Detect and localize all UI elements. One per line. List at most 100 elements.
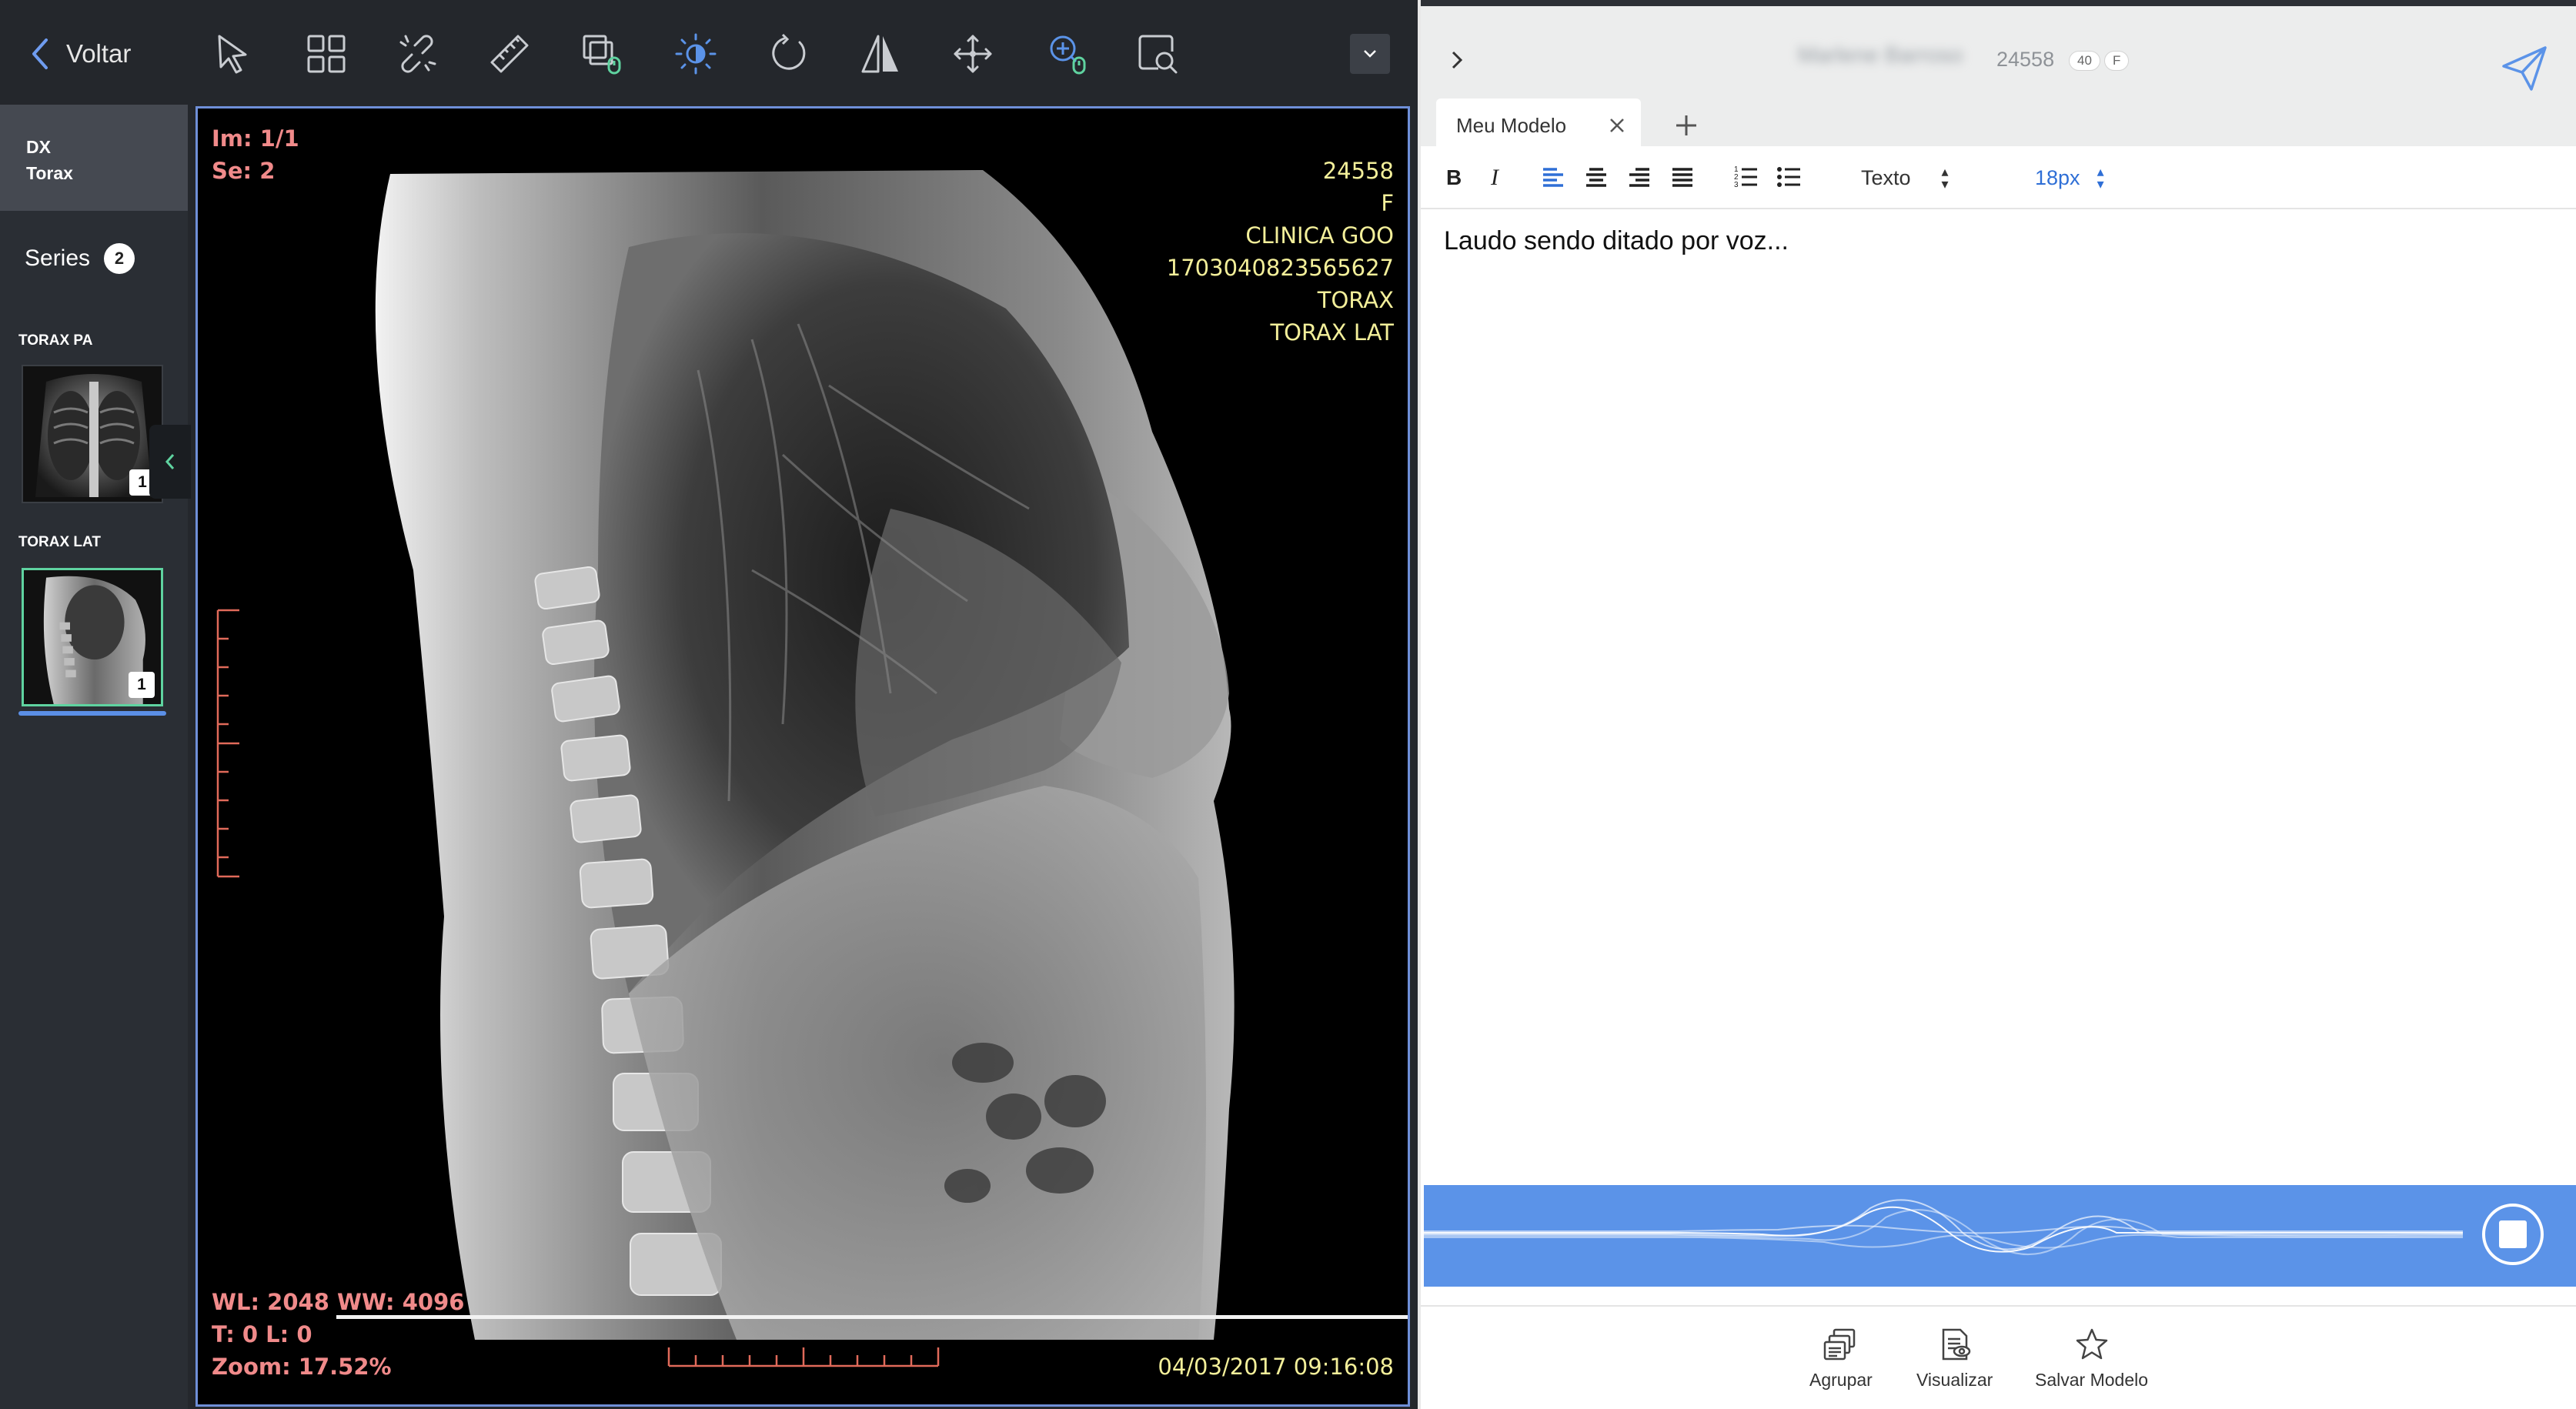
align-center-button[interactable] xyxy=(1579,159,1613,195)
report-text-area[interactable]: Laudo sendo ditado por voz... xyxy=(1421,209,2576,1185)
star-icon xyxy=(2076,1328,2107,1360)
series-sidebar: DX Torax Series 2 TORAX PA 1 TORAX LAT 1 xyxy=(0,105,191,1409)
pointer-icon xyxy=(218,35,247,74)
patient-id: 24558 xyxy=(1996,48,2055,71)
editor-top-area: Marlene Barroso 24558 40 F Meu Modelo xyxy=(1421,0,2576,168)
study-info[interactable]: DX Torax xyxy=(0,105,188,211)
overlay-bottom-right: 04/03/2017 09:16:08 xyxy=(1158,1351,1394,1383)
select-arrows-icon: ▴ ▾ xyxy=(1941,164,1949,192)
patient-sex-text: F xyxy=(1381,190,1394,216)
series-description-text: TORAX LAT xyxy=(1270,319,1394,346)
plus-icon[interactable] xyxy=(1667,106,1706,145)
window-level-text: WL: 2048 WW: 4096 xyxy=(212,1289,465,1315)
save-template-label: Salvar Modelo xyxy=(2035,1370,2149,1390)
select-arrows-icon: ▴ ▾ xyxy=(2097,164,2104,192)
back-button[interactable]: Voltar xyxy=(28,31,131,77)
stop-icon xyxy=(2499,1220,2527,1248)
measure-tool[interactable] xyxy=(485,29,534,78)
layout-tool[interactable] xyxy=(302,29,351,78)
align-justify-icon xyxy=(1672,168,1692,187)
stop-recording-button[interactable] xyxy=(2482,1204,2544,1265)
chevron-right-icon[interactable] xyxy=(1445,45,1468,75)
pan-tool[interactable] xyxy=(948,29,997,78)
app-root: Voltar DX Torax Series 2 TORAX PA 1 TORA… xyxy=(0,0,2576,1409)
text-style-select[interactable]: Texto ▴ ▾ xyxy=(1861,160,1949,195)
ordered-list-icon: 123 xyxy=(1734,165,1757,189)
format-toolbar: B I 123 Texto ▴ ▾ 18px ▴ ▾ xyxy=(1421,146,2576,209)
series-thumbnail-lat[interactable]: 1 xyxy=(22,568,163,706)
series-title: Series xyxy=(25,245,91,271)
image-count-badge: 1 xyxy=(129,672,155,698)
unlink-tool[interactable] xyxy=(393,29,442,78)
translation-text: T: 0 L: 0 xyxy=(212,1321,312,1347)
align-left-button[interactable] xyxy=(1536,159,1570,195)
close-icon[interactable] xyxy=(1607,115,1627,135)
series-name: TORAX PA xyxy=(18,332,93,349)
study-datetime-text: 04/03/2017 09:16:08 xyxy=(1158,1354,1394,1380)
modality-label: DX xyxy=(26,137,51,157)
study-description-text: TORAX xyxy=(1317,287,1394,313)
bold-icon: B xyxy=(1446,165,1462,189)
zoom-tool[interactable] xyxy=(1042,29,1091,78)
more-tools-dropdown[interactable] xyxy=(1350,34,1390,74)
series-thumbnail-pa[interactable]: 1 xyxy=(22,365,163,503)
window-level-tool[interactable] xyxy=(671,29,720,78)
svg-text:3: 3 xyxy=(1734,181,1739,189)
back-label: Voltar xyxy=(66,39,132,68)
italic-button[interactable]: I xyxy=(1481,159,1512,195)
viewer-toolbar: Voltar xyxy=(0,0,1418,105)
preview-icon xyxy=(1942,1328,1970,1361)
magnify-icon xyxy=(1138,35,1178,74)
collapse-sidebar-button[interactable] xyxy=(149,425,191,499)
stack-scroll-tool[interactable] xyxy=(577,29,626,78)
flip-icon xyxy=(861,35,898,73)
series-header: Series 2 xyxy=(25,243,135,274)
layout-grid-icon xyxy=(307,35,346,73)
zoom-icon xyxy=(1050,35,1086,75)
chevron-left-icon xyxy=(165,454,175,469)
brightness-icon xyxy=(675,33,717,75)
patient-sex-badge: F xyxy=(2104,51,2130,71)
group-button[interactable]: Agrupar xyxy=(1809,1327,1873,1391)
active-series-indicator xyxy=(18,711,166,716)
align-justify-button[interactable] xyxy=(1666,159,1699,195)
send-icon[interactable] xyxy=(2499,43,2550,94)
text-style-value: Texto xyxy=(1861,165,1911,189)
ruler-icon xyxy=(490,35,529,73)
series-index-text: Se: 2 xyxy=(212,158,276,184)
series-name: TORAX LAT xyxy=(18,534,101,550)
chevron-left-icon xyxy=(32,38,48,69)
preview-label: Visualizar xyxy=(1916,1370,1993,1390)
editor-header: Marlene Barroso 24558 40 F xyxy=(1421,12,2576,105)
zoom-level-text: Zoom: 17.52% xyxy=(212,1354,392,1380)
accession-text: 1703040823565627 xyxy=(1166,255,1394,281)
pointer-tool[interactable] xyxy=(209,29,259,78)
align-right-icon xyxy=(1629,168,1649,187)
rotate-icon xyxy=(772,33,806,70)
tab-meu-modelo[interactable]: Meu Modelo xyxy=(1436,98,1641,152)
save-template-button[interactable]: Salvar Modelo xyxy=(2035,1327,2148,1391)
font-size-select[interactable]: 18px ▴ ▾ xyxy=(2035,160,2104,195)
body-part-label: Torax xyxy=(26,163,73,183)
rotate-tool[interactable] xyxy=(763,29,813,78)
image-viewport[interactable]: Im: 1/1 Se: 2 24558 F CLINICA GOO 170304… xyxy=(195,106,1410,1407)
bullet-list-button[interactable] xyxy=(1772,159,1806,195)
group-label: Agrupar xyxy=(1809,1370,1873,1390)
align-center-icon xyxy=(1586,168,1606,187)
report-content: Laudo sendo ditado por voz... xyxy=(1444,226,1789,255)
align-right-button[interactable] xyxy=(1622,159,1656,195)
image-index-text: Im: 1/1 xyxy=(212,125,299,152)
magnify-tool[interactable] xyxy=(1133,29,1182,78)
patient-age-badge: 40 xyxy=(2069,51,2100,71)
flip-tool[interactable] xyxy=(856,29,905,78)
voice-dictation-bar xyxy=(1424,1185,2576,1287)
series-count-badge: 2 xyxy=(104,243,135,274)
svg-text:B: B xyxy=(1446,165,1462,189)
bold-button[interactable]: B xyxy=(1438,159,1468,195)
preview-button[interactable]: Visualizar xyxy=(1916,1327,1993,1391)
italic-icon: I xyxy=(1490,165,1500,190)
ordered-list-button[interactable]: 123 xyxy=(1729,159,1762,195)
pan-icon xyxy=(954,35,992,73)
overlay-top-left: Im: 1/1 Se: 2 xyxy=(212,122,299,187)
patient-name: Marlene Barroso xyxy=(1798,43,1963,68)
